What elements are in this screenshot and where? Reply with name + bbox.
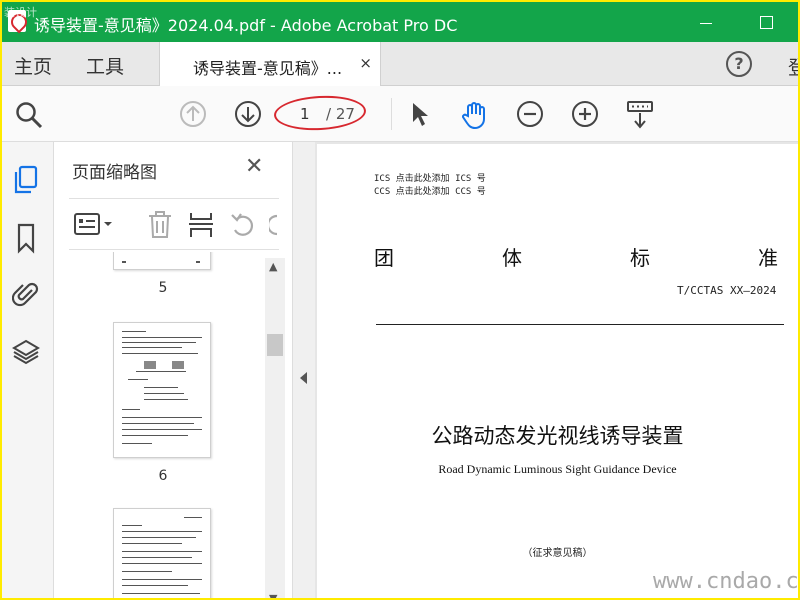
- thumbnail-list: 5 6: [55, 252, 269, 598]
- sign-in-button[interactable]: 登: [788, 53, 798, 80]
- scrollbar-thumb[interactable]: [267, 334, 283, 356]
- panel-toolbar: [69, 198, 279, 250]
- document-tab-label: 诱导装置-意见稿》...: [193, 59, 343, 78]
- window-title: 诱导装置-意见稿》2024.04.pdf - Adobe Acrobat Pro…: [34, 16, 458, 35]
- thumbnail-page-7[interactable]: [113, 508, 211, 598]
- page-thumbnails-icon[interactable]: [12, 164, 40, 196]
- minimize-button[interactable]: [686, 8, 726, 36]
- standard-heading-char: 准: [758, 246, 778, 270]
- thumbnail-label: 6: [158, 468, 168, 484]
- help-button[interactable]: ?: [726, 51, 752, 77]
- hand-tool-icon[interactable]: [460, 100, 490, 130]
- collapse-panel-strip[interactable]: [293, 142, 315, 598]
- thumbnail-options-icon[interactable]: [73, 211, 113, 237]
- tab-tools[interactable]: 工具: [86, 52, 124, 79]
- insert-page-icon[interactable]: [187, 211, 215, 239]
- scroll-up-arrow-icon[interactable]: ▲: [269, 260, 277, 273]
- prev-page-icon[interactable]: [179, 100, 207, 128]
- current-page-input[interactable]: 1: [300, 105, 310, 123]
- total-pages-label: / 27: [326, 105, 355, 123]
- standard-heading-char: 团: [374, 246, 394, 270]
- main-toolbar: 1 / 27: [2, 86, 798, 142]
- thumbnail-page-5[interactable]: [113, 252, 211, 270]
- left-nav-rail: [2, 142, 54, 598]
- document-title: 公路动态发光视线诱导装置: [431, 424, 684, 448]
- thumbnail-label: 5: [158, 280, 168, 296]
- ccs-line: CCS 点击此处添加 CCS 号: [374, 187, 486, 197]
- rotate-counterclockwise-icon[interactable]: [229, 211, 257, 239]
- page-number-field[interactable]: 1 / 27: [273, 93, 367, 133]
- delete-page-icon[interactable]: [147, 211, 173, 239]
- standard-heading-char: 体: [502, 246, 522, 270]
- document-subtitle: Road Dynamic Luminous Sight Guidance Dev…: [438, 462, 677, 476]
- panel-title: 页面缩略图: [72, 163, 157, 183]
- maximize-button[interactable]: [746, 8, 786, 36]
- scroll-down-arrow-icon[interactable]: ▼: [269, 592, 277, 598]
- standard-code: T/CCTAS XX—2024: [677, 284, 777, 297]
- corner-watermark: 装设计: [4, 6, 37, 19]
- attachment-icon[interactable]: [12, 278, 40, 310]
- select-cursor-icon[interactable]: [408, 100, 432, 128]
- next-page-icon[interactable]: [234, 100, 262, 128]
- app-window: 装设计 诱导装置-意见稿》2024.04.pdf - Adobe Acrobat…: [0, 0, 800, 600]
- bookmark-icon[interactable]: [12, 222, 40, 254]
- draft-note: （征求意见稿）: [522, 548, 593, 559]
- thumbnail-scrollbar[interactable]: ▲ ▼: [265, 258, 285, 598]
- rotate-clockwise-icon[interactable]: [269, 211, 279, 239]
- toolbar-divider: [391, 98, 392, 130]
- tab-home[interactable]: 主页: [14, 52, 52, 79]
- tab-bar: 主页 工具 诱导装置-意见稿》... × ? 登: [2, 42, 798, 86]
- close-tab-button[interactable]: ×: [359, 54, 372, 72]
- zoom-out-icon[interactable]: [516, 100, 544, 128]
- layers-icon[interactable]: [12, 336, 40, 368]
- search-zoom-icon[interactable]: [14, 100, 44, 130]
- title-bar: 装设计 诱导装置-意见稿》2024.04.pdf - Adobe Acrobat…: [2, 2, 798, 42]
- collapse-arrow-icon[interactable]: [300, 372, 307, 384]
- zoom-in-icon[interactable]: [571, 100, 599, 128]
- site-watermark: www.cndao.com: [653, 569, 799, 594]
- document-view[interactable]: ICS 点击此处添加 ICS 号 CCS 点击此处添加 CCS 号 团 体 标 …: [315, 142, 798, 598]
- scroll-mode-icon[interactable]: [626, 100, 654, 130]
- tab-document[interactable]: 诱导装置-意见稿》... ×: [159, 42, 381, 86]
- standard-heading-char: 标: [630, 246, 650, 270]
- thumbnails-panel: 页面缩略图 ✕ 5 6 ▲ ▼: [55, 142, 293, 598]
- horizontal-rule: [376, 324, 784, 325]
- thumbnail-page-6[interactable]: [113, 322, 211, 458]
- pdf-page: ICS 点击此处添加 ICS 号 CCS 点击此处添加 CCS 号 团 体 标 …: [317, 144, 798, 598]
- close-panel-button[interactable]: ✕: [245, 154, 263, 179]
- ics-line: ICS 点击此处添加 ICS 号: [374, 174, 486, 184]
